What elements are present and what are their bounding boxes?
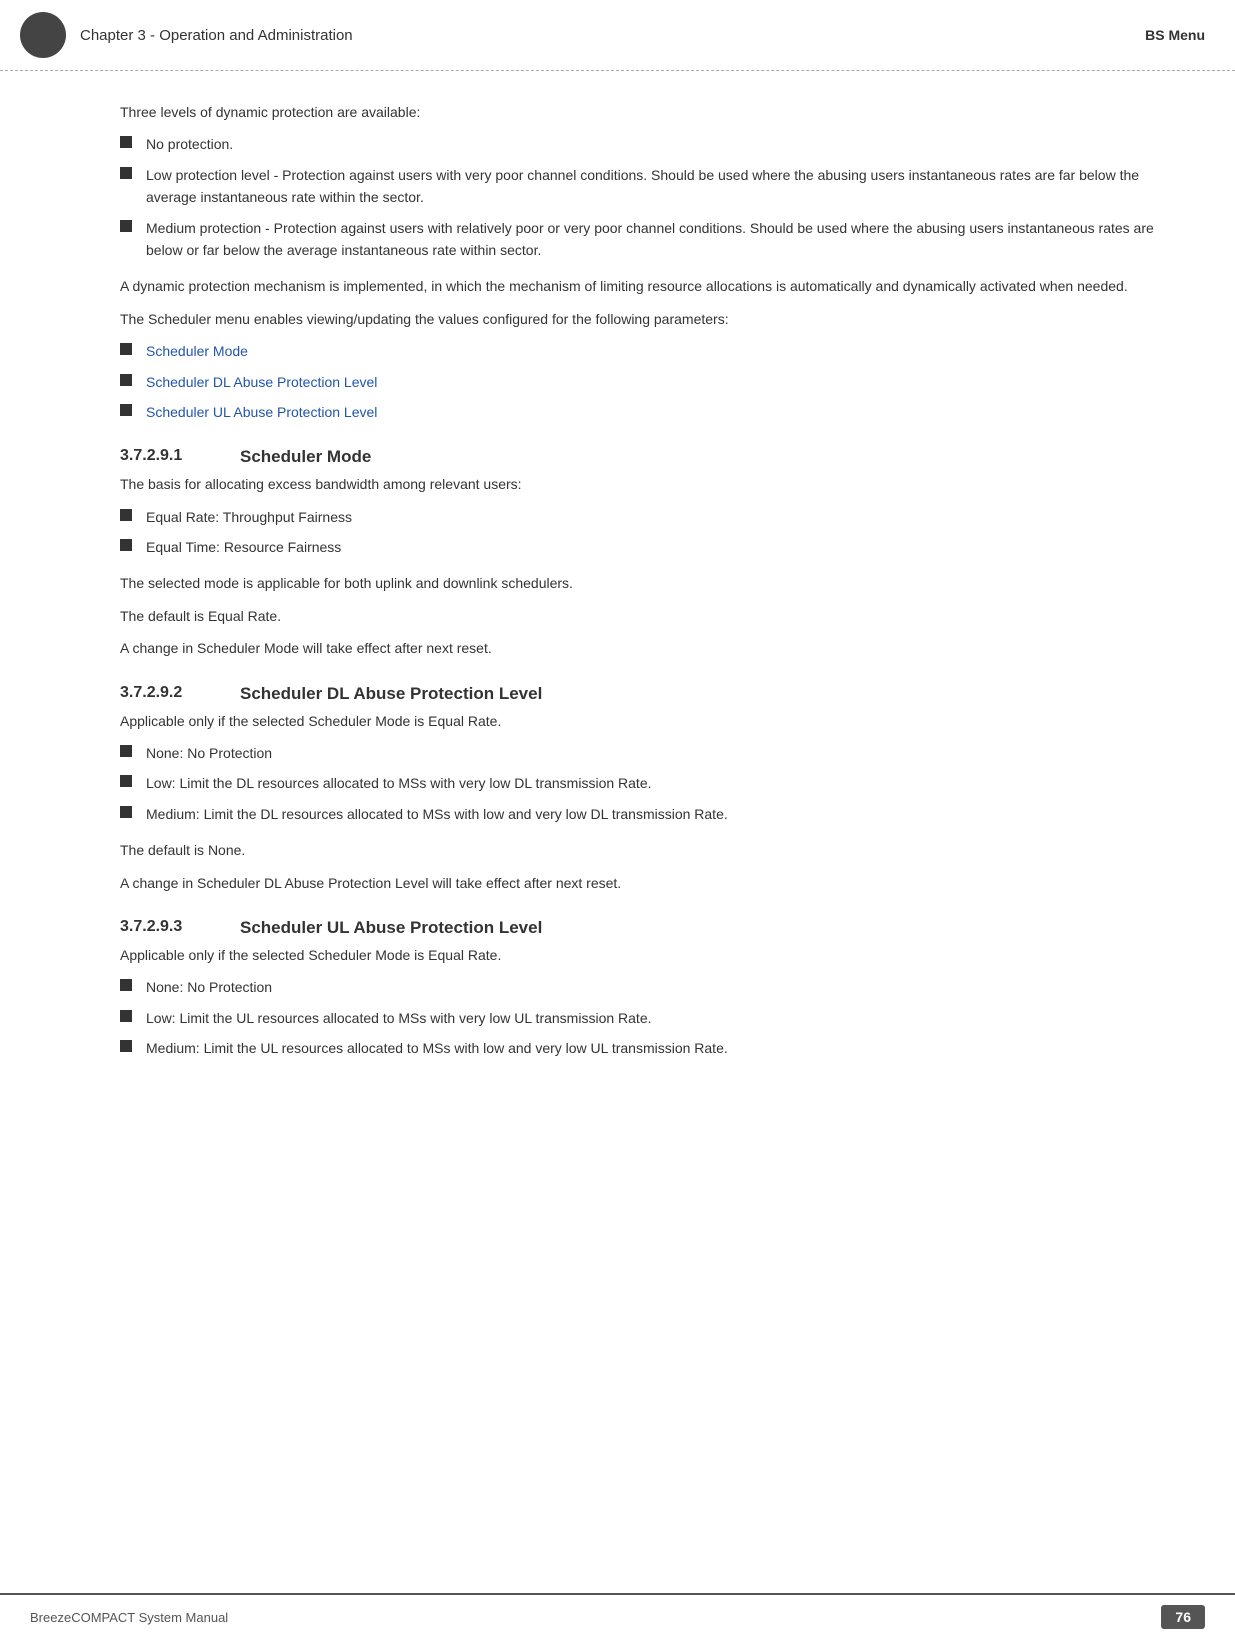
bullet-icon [120,167,132,179]
section-label: BS Menu [1145,27,1205,43]
scheduler-mode-link[interactable]: Scheduler Mode [146,340,248,362]
section-1-para1: The selected mode is applicable for both… [120,572,1155,594]
section-1-body: The basis for allocating excess bandwidt… [120,473,1155,659]
intro-para3: The Scheduler menu enables viewing/updat… [120,308,1155,330]
page-container: Chapter 3 - Operation and Administration… [0,0,1235,1639]
list-item: Low: Limit the DL resources allocated to… [120,772,1155,794]
bullet-icon [120,404,132,416]
section-1-list: Equal Rate: Throughput Fairness Equal Ti… [120,506,1155,559]
section-3-number: 3.7.2.9.3 [120,918,240,936]
section-2-body: Applicable only if the selected Schedule… [120,710,1155,894]
section-2-para1: The default is None. [120,839,1155,861]
intro-bullet-list: No protection. Low protection level - Pr… [120,133,1155,261]
list-item: No protection. [120,133,1155,155]
list-item: Scheduler DL Abuse Protection Level [120,371,1155,393]
section-2-para2: A change in Scheduler DL Abuse Protectio… [120,872,1155,894]
section-1-desc: The basis for allocating excess bandwidt… [120,473,1155,495]
footer-text: BreezeCOMPACT System Manual [30,1610,228,1625]
bullet-icon [120,745,132,757]
section-3-body: Applicable only if the selected Schedule… [120,944,1155,1060]
section-2-number: 3.7.2.9.2 [120,684,240,702]
bullet-icon [120,806,132,818]
scheduler-dl-link[interactable]: Scheduler DL Abuse Protection Level [146,371,377,393]
section-1-title: Scheduler Mode [240,447,371,467]
bullet-icon [120,343,132,355]
main-content: Three levels of dynamic protection are a… [0,71,1235,1593]
list-item: Medium protection - Protection against u… [120,217,1155,262]
list-item: Medium: Limit the DL resources allocated… [120,803,1155,825]
header-left: Chapter 3 - Operation and Administration [20,12,353,58]
section-3-title: Scheduler UL Abuse Protection Level [240,918,542,938]
section-1-para3: A change in Scheduler Mode will take eff… [120,637,1155,659]
list-item: Low protection level - Protection agains… [120,164,1155,209]
bullet-icon [120,539,132,551]
footer-page: 76 [1161,1605,1205,1629]
section-2-list: None: No Protection Low: Limit the DL re… [120,742,1155,825]
list-item: Scheduler UL Abuse Protection Level [120,401,1155,423]
bullet-icon [120,220,132,232]
scheduler-ul-link[interactable]: Scheduler UL Abuse Protection Level [146,401,377,423]
section-1-number: 3.7.2.9.1 [120,447,240,465]
bullet-icon [120,1040,132,1052]
list-item: None: No Protection [120,976,1155,998]
header: Chapter 3 - Operation and Administration… [0,0,1235,71]
list-item: Medium: Limit the UL resources allocated… [120,1037,1155,1059]
bullet-icon [120,136,132,148]
section-2-title: Scheduler DL Abuse Protection Level [240,684,542,704]
links-list: Scheduler Mode Scheduler DL Abuse Protec… [120,340,1155,423]
chapter-title: Chapter 3 - Operation and Administration [80,27,353,44]
section-2-desc: Applicable only if the selected Schedule… [120,710,1155,732]
list-item: Equal Time: Resource Fairness [120,536,1155,558]
footer: BreezeCOMPACT System Manual 76 [0,1593,1235,1639]
bullet-icon [120,1010,132,1022]
list-item: Low: Limit the UL resources allocated to… [120,1007,1155,1029]
bullet-icon [120,374,132,386]
chapter-icon [20,12,66,58]
intro-para2: A dynamic protection mechanism is implem… [120,275,1155,297]
section-3-list: None: No Protection Low: Limit the UL re… [120,976,1155,1059]
section-3-desc: Applicable only if the selected Schedule… [120,944,1155,966]
bullet-icon [120,509,132,521]
list-item: Scheduler Mode [120,340,1155,362]
list-item: None: No Protection [120,742,1155,764]
section-1-header: 3.7.2.9.1 Scheduler Mode [120,447,1155,467]
list-item: Equal Rate: Throughput Fairness [120,506,1155,528]
bullet-icon [120,775,132,787]
intro-para1: Three levels of dynamic protection are a… [120,101,1155,123]
bullet-icon [120,979,132,991]
section-2-header: 3.7.2.9.2 Scheduler DL Abuse Protection … [120,684,1155,704]
section-3-header: 3.7.2.9.3 Scheduler UL Abuse Protection … [120,918,1155,938]
section-1-para2: The default is Equal Rate. [120,605,1155,627]
